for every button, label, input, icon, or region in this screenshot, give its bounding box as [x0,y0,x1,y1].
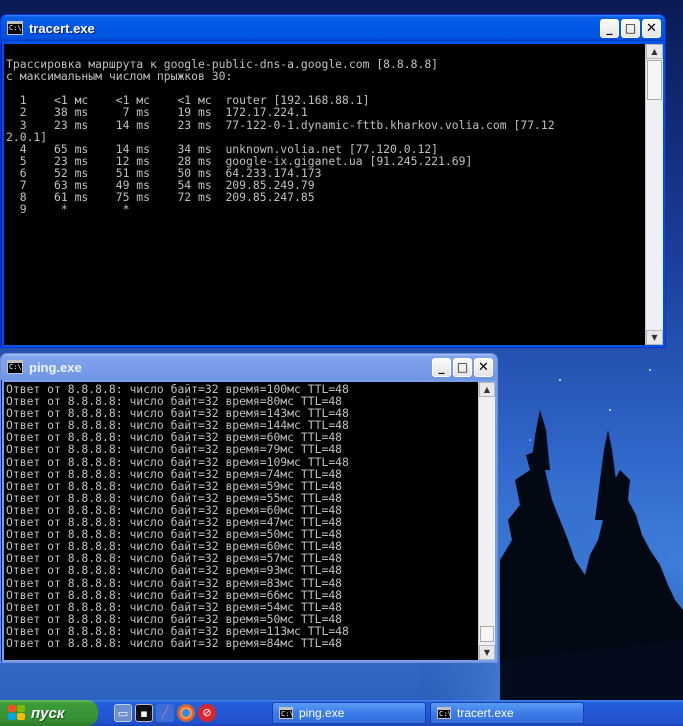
ping-titlebar[interactable]: C:\ ping.exe _ □ ✕ [1,354,497,380]
console-line: Ответ от 8.8.8.8: число байт=32 время=84… [6,635,343,650]
tracert-vertical-scrollbar[interactable]: ▲ ▼ [645,44,663,345]
console-icon: C:\ [7,21,23,35]
scrollbar-thumb[interactable] [480,626,494,642]
pen-tool-icon[interactable]: ╱ [156,704,174,722]
tracert-window[interactable]: C:\ tracert.exe _ □ ✕ Трассировка маршру… [0,14,666,348]
console-line: Ответ от 8.8.8.8: число байт=32 время=79… [6,442,343,457]
console-icon: C:\ [279,707,294,719]
show-desktop-icon[interactable]: ▭ [114,704,132,722]
window-title: ping.exe [29,359,82,375]
maximize-button[interactable]: □ [453,357,472,377]
console-icon: C:\ [7,360,23,374]
quick-launch: ▭ ▪ ╱ ⊘ [114,704,216,722]
taskbar-item-ping[interactable]: C:\ ping.exe [272,702,426,724]
console-line: Ответ от 8.8.8.8: число байт=32 время=66… [6,587,343,602]
console-icon[interactable]: ▪ [135,704,153,722]
ping-vertical-scrollbar[interactable]: ▲ ▼ [478,382,495,660]
scrollbar-thumb[interactable] [647,60,662,100]
opera-icon[interactable]: ⊘ [198,704,216,722]
maximize-button[interactable]: □ [621,18,640,38]
console-line: 2.0.1] [6,129,48,144]
minimize-button[interactable]: _ [600,18,619,38]
console-line: Ответ от 8.8.8.8: число байт=32 время=93… [6,563,343,578]
scroll-down-arrow-icon[interactable]: ▼ [646,330,663,345]
taskbar-item-label: tracert.exe [457,706,514,720]
console-line: с максимальным числом прыжков 30: [6,69,233,84]
console-line: 2 38 ms 7 ms 19 ms 172.17.224.1 [6,105,308,120]
start-button[interactable]: пуск [0,700,98,726]
scroll-down-arrow-icon[interactable]: ▼ [479,645,495,660]
scroll-up-arrow-icon[interactable]: ▲ [646,44,663,59]
taskbar-item-label: ping.exe [299,706,345,720]
taskbar-item-tracert[interactable]: C:\ tracert.exe [430,702,584,724]
tracert-console-output[interactable]: Трассировка маршрута к google-public-dns… [4,44,645,345]
windows-flag-icon [8,705,26,721]
console-line: Ответ от 8.8.8.8: число байт=32 время=54… [6,599,343,614]
chrome-icon[interactable] [177,704,195,722]
console-line: 9 * * [6,202,130,217]
window-title: tracert.exe [29,20,95,36]
console-line: Ответ от 8.8.8.8: число байт=32 время=74… [6,466,343,481]
start-label: пуск [31,704,65,722]
close-button[interactable]: ✕ [642,18,661,38]
minimize-button[interactable]: _ [432,357,451,377]
console-icon: C:\ [437,707,452,719]
ping-window[interactable]: C:\ ping.exe _ □ ✕ Ответ от 8.8.8.8: чис… [0,353,498,663]
console-line: 3 23 ms 14 ms 23 ms 77-122-0-1.dynamic-f… [6,117,555,132]
console-line: Ответ от 8.8.8.8: число байт=32 время=10… [6,454,349,469]
tracert-titlebar[interactable]: C:\ tracert.exe _ □ ✕ [1,15,665,41]
close-button[interactable]: ✕ [474,357,493,377]
scroll-up-arrow-icon[interactable]: ▲ [479,382,495,397]
ping-console-output[interactable]: Ответ от 8.8.8.8: число байт=32 время=10… [4,382,478,660]
console-line: Ответ от 8.8.8.8: число байт=32 время=83… [6,575,343,590]
